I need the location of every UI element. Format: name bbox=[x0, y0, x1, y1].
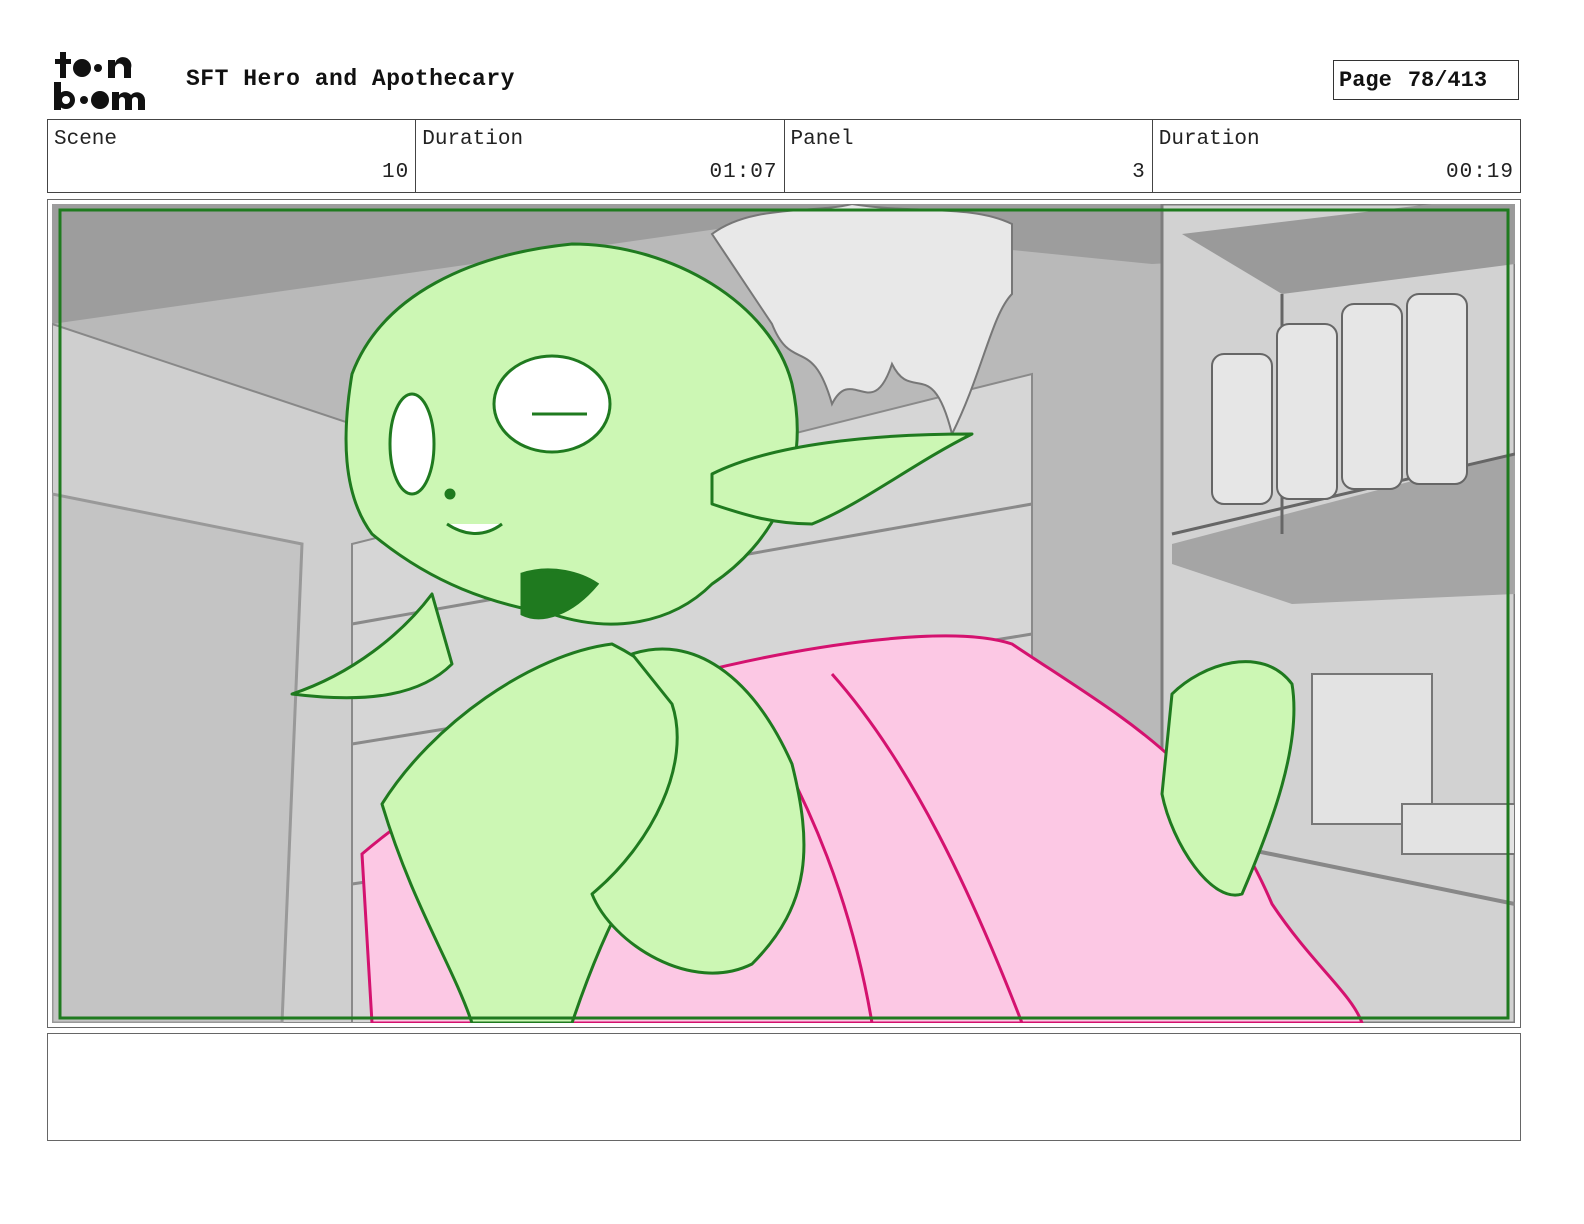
panel-cell: Panel 3 bbox=[785, 120, 1153, 192]
storyboard-panel bbox=[47, 199, 1521, 1028]
scene-value: 10 bbox=[382, 161, 410, 184]
scene-duration-value: 01:07 bbox=[709, 161, 778, 184]
panel-label: Panel bbox=[790, 128, 854, 151]
project-title: SFT Hero and Apothecary bbox=[186, 66, 515, 92]
toon-boom-logo bbox=[54, 52, 145, 110]
panel-duration-value: 00:19 bbox=[1445, 161, 1514, 184]
panel-artwork bbox=[52, 204, 1515, 1023]
page-label: Page bbox=[1339, 67, 1392, 93]
panel-info-row: Scene 10 Duration 01:07 Panel 3 Duration… bbox=[47, 119, 1521, 193]
scene-duration-label: Duration bbox=[422, 128, 524, 151]
page-indicator: Page 78/413 bbox=[1333, 60, 1519, 100]
page-number: 78/413 bbox=[1407, 67, 1488, 93]
panel-value: 3 bbox=[1132, 161, 1146, 184]
scene-cell: Scene 10 bbox=[48, 120, 417, 192]
scene-label: Scene bbox=[54, 128, 118, 151]
door-frame bbox=[52, 492, 304, 1023]
scene-duration-cell: Duration 01:07 bbox=[416, 120, 785, 192]
panel-notes-box bbox=[47, 1033, 1521, 1141]
panel-duration-label: Duration bbox=[1158, 128, 1260, 151]
panel-duration-cell: Duration 00:19 bbox=[1153, 120, 1520, 192]
